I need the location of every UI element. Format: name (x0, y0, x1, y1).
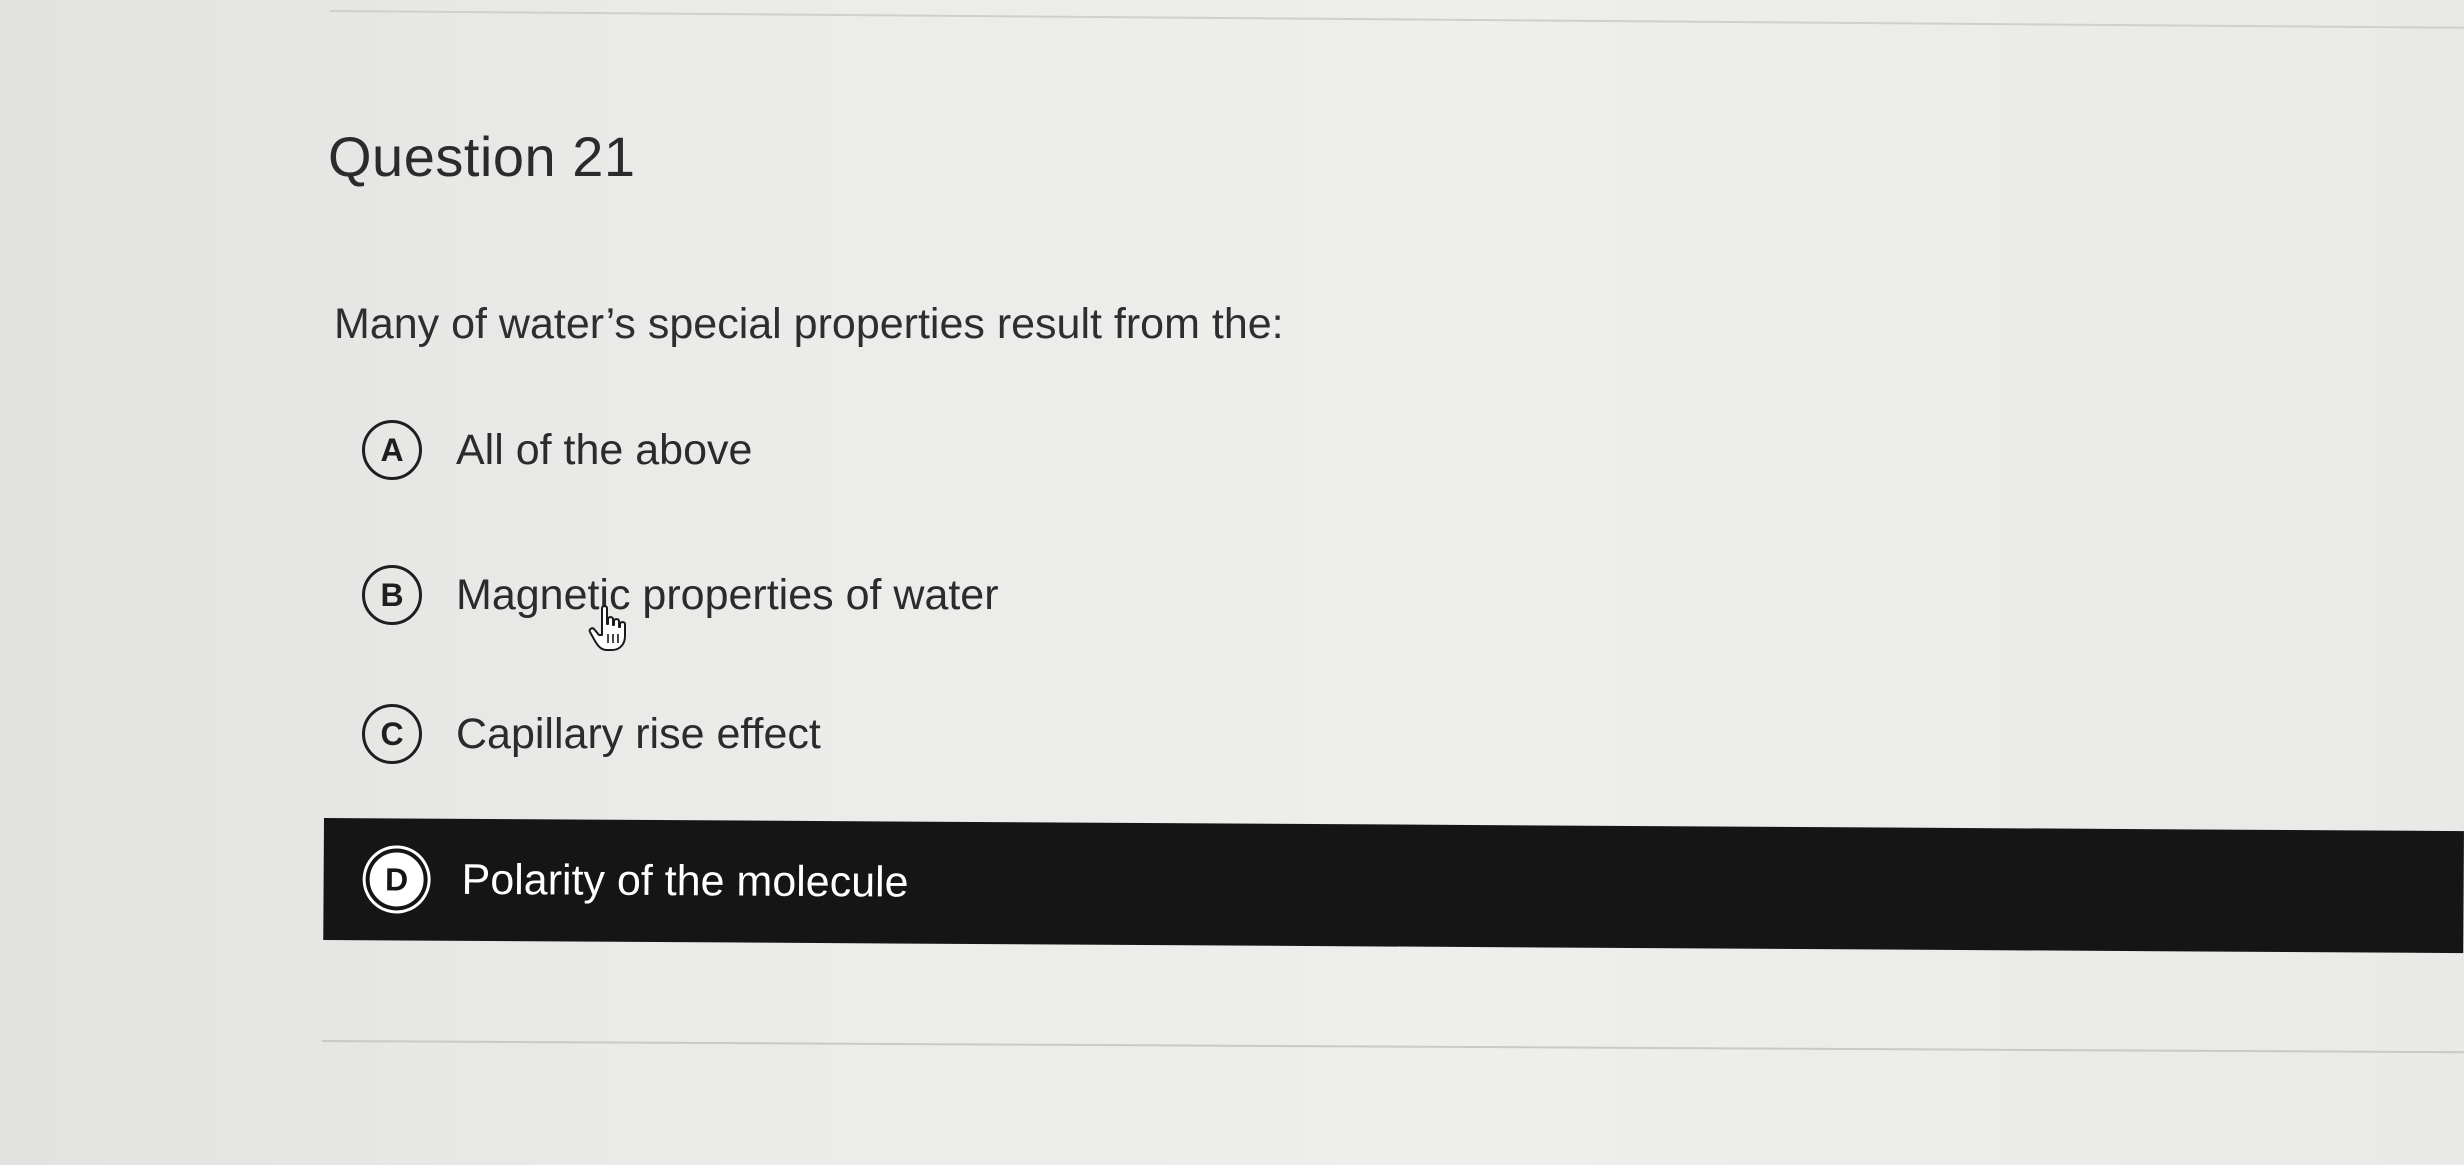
top-divider (329, 10, 2464, 29)
option-label: Capillary rise effect (456, 709, 821, 758)
question-title: Question 21 (328, 125, 636, 188)
option-letter-badge: C (362, 704, 422, 764)
option-letter-badge: A (362, 420, 422, 480)
hand-pointer-icon (588, 605, 626, 651)
bottom-divider (321, 1040, 2464, 1054)
option-letter-badge: B (362, 565, 422, 625)
answer-option-c[interactable]: C Capillary rise effect (324, 674, 2464, 794)
question-prompt: Many of water’s special properties resul… (334, 300, 1284, 348)
answer-option-d-selected[interactable]: D Polarity of the molecule (323, 818, 2464, 954)
answer-option-b[interactable]: B Magnetic properties of water (324, 535, 2464, 655)
option-label: Magnetic properties of water (456, 570, 999, 619)
option-label: Polarity of the molecule (461, 855, 909, 907)
option-label: All of the above (456, 425, 753, 474)
answer-option-a[interactable]: A All of the above (324, 390, 2464, 510)
option-letter-badge: D (369, 852, 424, 907)
